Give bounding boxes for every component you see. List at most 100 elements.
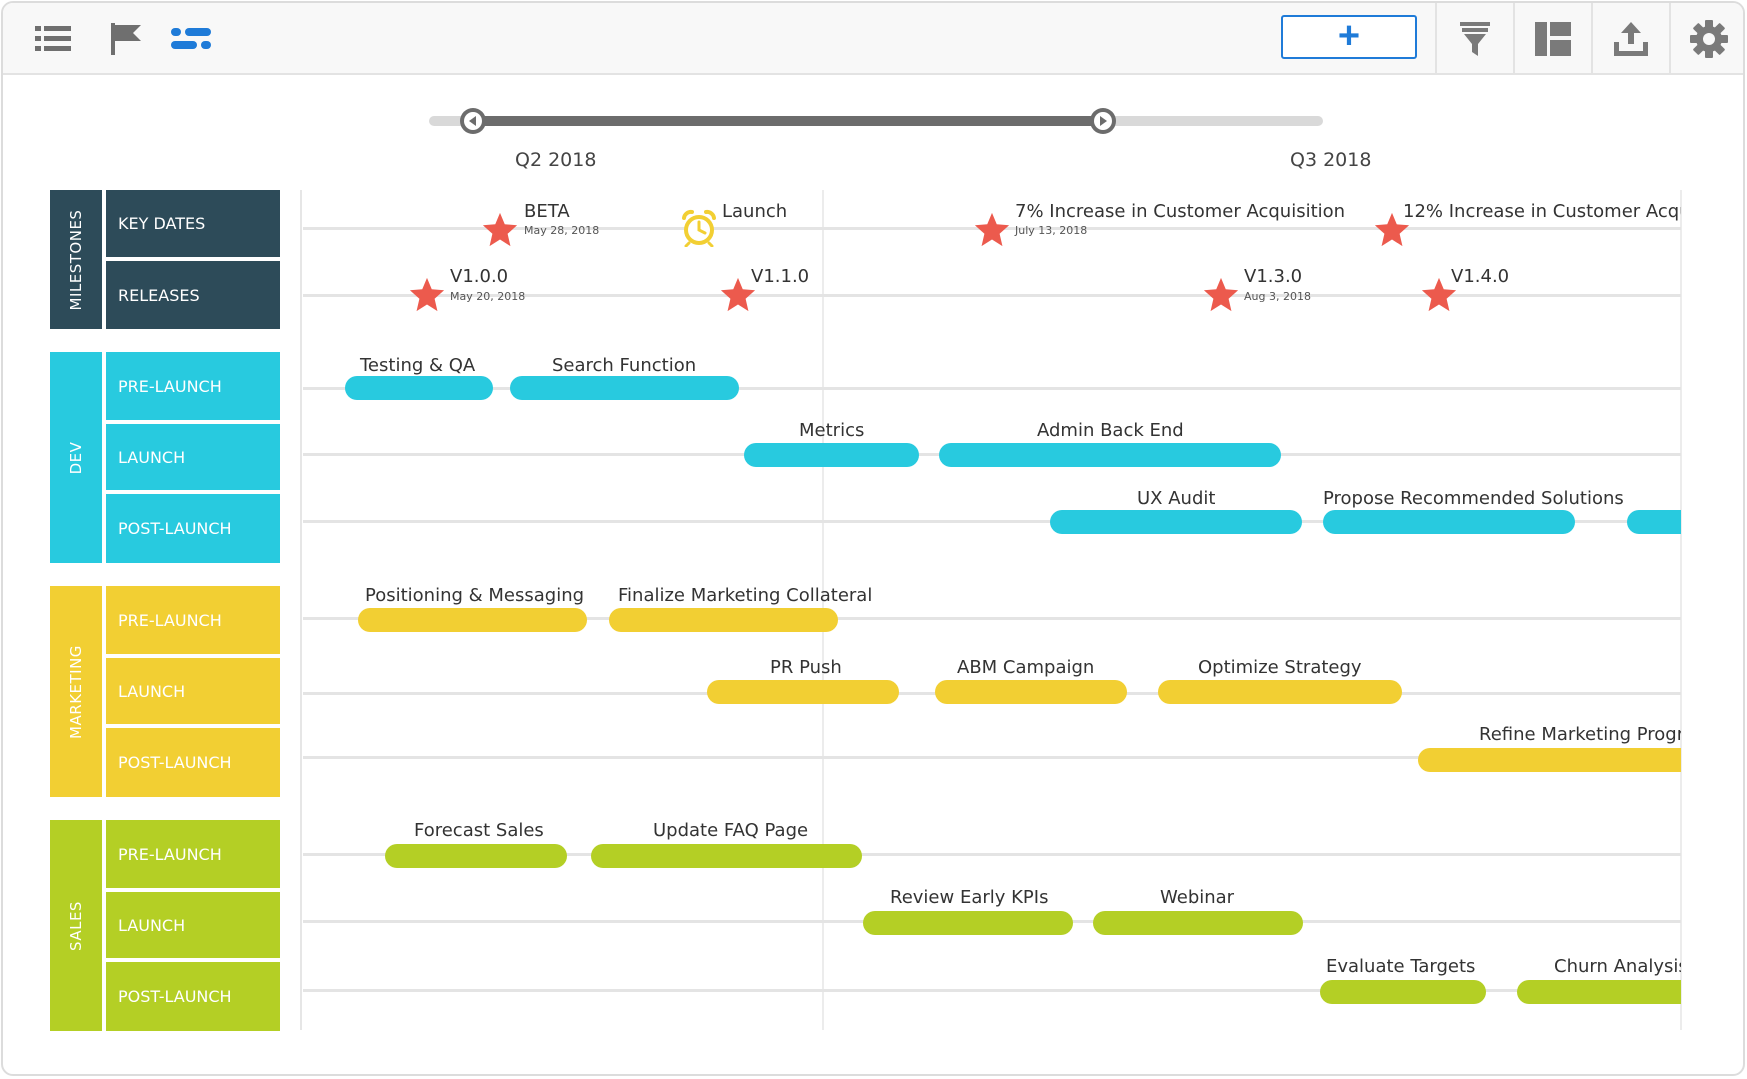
task-bar[interactable] [744, 443, 919, 467]
row-sales-post-launch[interactable]: POST-LAUNCH [106, 962, 280, 1031]
task-bar[interactable] [1050, 510, 1302, 534]
bar-label: Evaluate Targets [1326, 956, 1476, 977]
toolbar-divider [1513, 3, 1515, 75]
row-label: LAUNCH [118, 447, 186, 467]
task-bar[interactable] [510, 376, 739, 400]
roadmap-window: + Q2 2018 Q3 2018 MILESTONES KEY DATES R… [1, 1, 1745, 1076]
bar-label: Optimize Strategy [1198, 657, 1362, 678]
milestone-name: 12% Increase in Customer Acqu [1403, 201, 1681, 222]
star-icon[interactable] [1420, 276, 1458, 314]
row-label: POST-LAUNCH [118, 519, 232, 538]
bar-label: Update FAQ Page [653, 820, 809, 841]
star-icon[interactable] [408, 276, 446, 314]
group-label: MILESTONES [67, 209, 85, 310]
alarm-clock-icon[interactable] [681, 209, 717, 247]
task-bar[interactable] [1517, 980, 1681, 1004]
star-icon[interactable] [719, 276, 757, 314]
task-bar[interactable] [1093, 911, 1303, 935]
bar-label: UX Audit [1137, 488, 1216, 509]
chart-left-border [300, 190, 302, 1030]
row-key-dates[interactable]: KEY DATES [106, 190, 280, 257]
bar-label: Propose Recommended Solutions [1323, 488, 1624, 509]
gear-icon[interactable] [1687, 17, 1731, 61]
task-bar[interactable] [1158, 680, 1402, 704]
milestone-date: May 20, 2018 [450, 290, 526, 303]
flag-icon[interactable] [103, 17, 147, 61]
task-bar[interactable] [863, 911, 1073, 935]
row-label: PRE-LAUNCH [118, 844, 222, 864]
row-sales-pre-launch[interactable]: PRE-LAUNCH [106, 820, 280, 888]
milestone-date: Aug 3, 2018 [1244, 290, 1311, 303]
milestone-name: V1.3.0 [1244, 266, 1303, 287]
task-bar[interactable] [1323, 510, 1575, 534]
group-dev[interactable]: DEV [50, 352, 102, 563]
row-sales-launch[interactable]: LAUNCH [106, 892, 280, 958]
task-bar[interactable] [358, 608, 587, 632]
row-label: PRE-LAUNCH [118, 610, 222, 630]
task-bar[interactable] [939, 443, 1281, 467]
row-label: RELEASES [118, 285, 200, 305]
task-bar[interactable] [591, 844, 862, 868]
milestone-name: V1.1.0 [751, 266, 810, 287]
task-bar[interactable] [345, 376, 493, 400]
bar-label: Positioning & Messaging [365, 585, 585, 606]
timeline-icon[interactable] [169, 17, 213, 61]
task-bar[interactable] [1418, 748, 1681, 772]
plus-icon: + [1337, 15, 1361, 57]
milestone-name: V1.4.0 [1451, 266, 1510, 287]
bar-label: PR Push [770, 657, 842, 678]
bar-label: ABM Campaign [957, 657, 1095, 678]
task-bar[interactable] [1320, 980, 1486, 1004]
bar-label: Admin Back End [1037, 420, 1184, 441]
group-label: DEV [67, 441, 85, 474]
row-dev-launch[interactable]: LAUNCH [106, 424, 280, 490]
milestone-name: Launch [722, 201, 788, 222]
row-label: POST-LAUNCH [118, 753, 232, 772]
row-label: KEY DATES [118, 214, 206, 233]
bar-label: Refine Marketing Progr [1479, 724, 1681, 745]
task-bar[interactable] [385, 844, 567, 868]
star-icon[interactable] [481, 211, 519, 249]
bar-label: Finalize Marketing Collateral [618, 585, 873, 606]
group-sales[interactable]: SALES [50, 820, 102, 1031]
group-marketing[interactable]: MARKETING [50, 586, 102, 797]
task-bar[interactable] [609, 608, 838, 632]
row-marketing-launch[interactable]: LAUNCH [106, 658, 280, 724]
row-releases[interactable]: RELEASES [106, 261, 280, 329]
group-label: SALES [67, 900, 85, 951]
add-button[interactable]: + [1281, 15, 1417, 59]
bar-label: Testing & QA [360, 355, 476, 376]
bar-label: Search Function [552, 355, 697, 376]
bar-label: Webinar [1160, 887, 1235, 908]
export-icon[interactable] [1609, 17, 1653, 61]
milestone-date: May 28, 2018 [524, 224, 600, 237]
star-icon[interactable] [973, 211, 1011, 249]
toolbar-divider [1435, 3, 1437, 75]
row-dev-pre-launch[interactable]: PRE-LAUNCH [106, 352, 280, 420]
row-label: LAUNCH [118, 915, 186, 935]
list-icon[interactable] [31, 17, 75, 61]
task-bar[interactable] [707, 680, 899, 704]
task-bar[interactable] [1627, 510, 1681, 534]
row-marketing-post-launch[interactable]: POST-LAUNCH [106, 728, 280, 797]
bar-label: Review Early KPIs [890, 887, 1049, 908]
roadmap-timeline: Q2 2018 Q3 2018 MILESTONES KEY DATES REL… [3, 75, 1743, 1074]
toolbar: + [3, 3, 1743, 75]
filter-icon[interactable] [1453, 17, 1497, 61]
chart-content: BETA May 28, 2018 Launch 7% Increase in … [303, 75, 1681, 1074]
task-bar[interactable] [935, 680, 1127, 704]
bar-label: Churn Analysis [1554, 956, 1681, 977]
group-milestones[interactable]: MILESTONES [50, 190, 102, 329]
toolbar-divider [1591, 3, 1593, 75]
row-label: PRE-LAUNCH [118, 376, 222, 396]
toolbar-divider [1669, 3, 1671, 75]
star-icon[interactable] [1202, 276, 1240, 314]
row-label: POST-LAUNCH [118, 987, 232, 1006]
row-dev-post-launch[interactable]: POST-LAUNCH [106, 494, 280, 563]
row-marketing-pre-launch[interactable]: PRE-LAUNCH [106, 586, 280, 654]
layout-icon[interactable] [1531, 17, 1575, 61]
milestone-name: V1.0.0 [450, 266, 509, 287]
bar-label: Forecast Sales [414, 820, 544, 841]
star-icon[interactable] [1373, 211, 1411, 249]
group-label: MARKETING [67, 644, 85, 739]
